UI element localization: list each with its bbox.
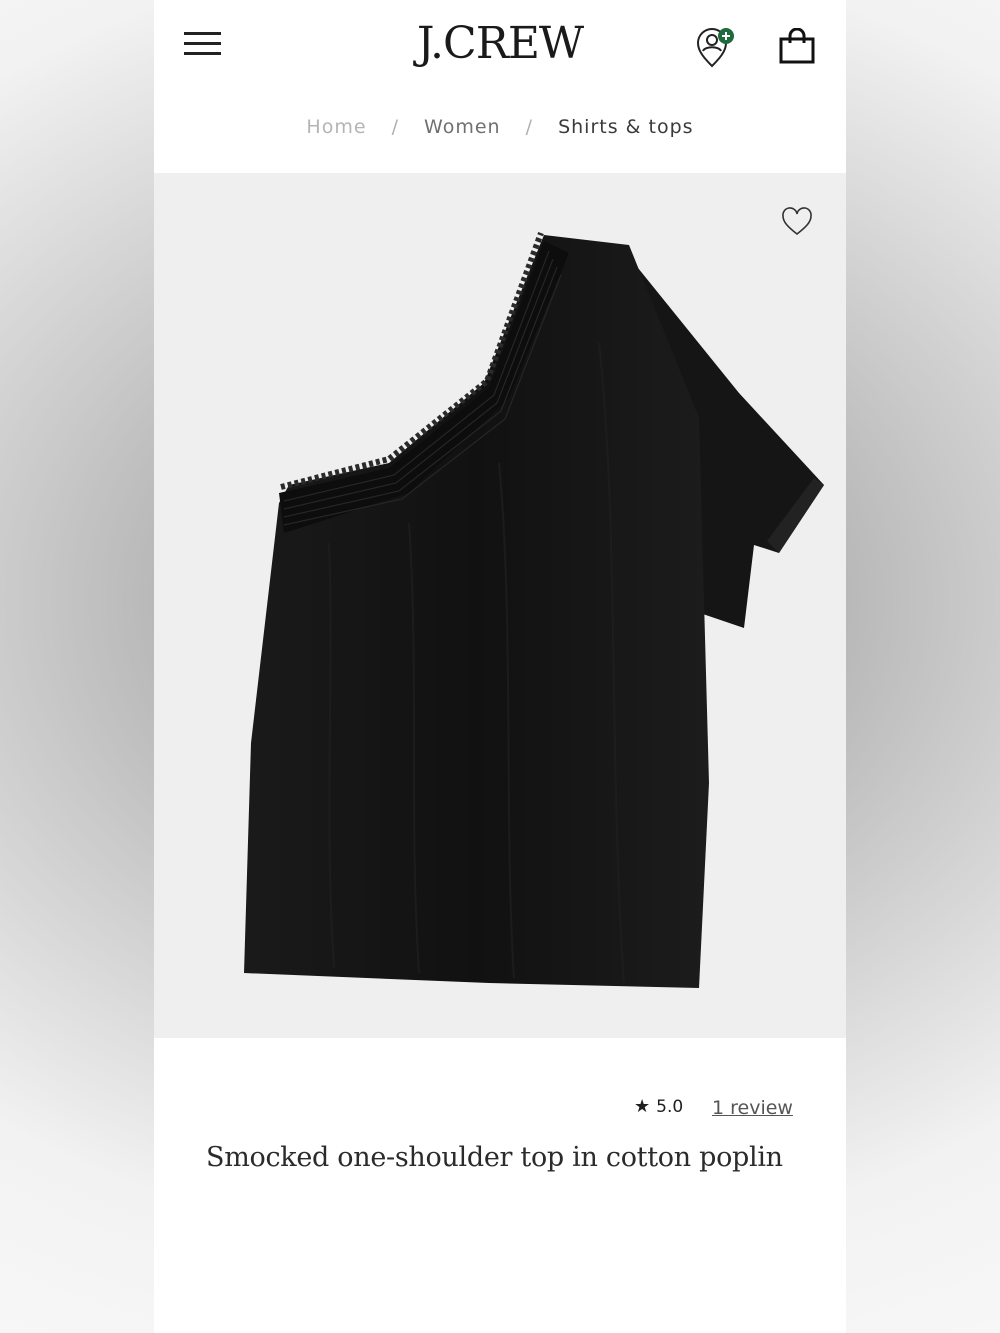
garment-illustration xyxy=(244,231,824,988)
rating-value: 5.0 xyxy=(656,1097,684,1117)
shopping-bag-icon[interactable] xyxy=(778,27,816,64)
breadcrumb: Home / Women / Shirts & tops xyxy=(154,116,846,138)
breadcrumb-separator: / xyxy=(391,116,399,138)
product-page: J.CREW Home / Women / Shirts & tops ★ 5.… xyxy=(154,0,846,1333)
breadcrumb-women[interactable]: Women xyxy=(424,116,501,138)
brand-logo[interactable]: J.CREW xyxy=(154,18,846,69)
product-title: Smocked one-shoulder top in cotton popli… xyxy=(206,1142,783,1173)
product-rating: ★ 5.0 xyxy=(634,1096,683,1117)
star-icon: ★ xyxy=(634,1096,651,1117)
breadcrumb-current: Shirts & tops xyxy=(558,116,694,138)
breadcrumb-separator: / xyxy=(525,116,534,138)
product-image[interactable] xyxy=(154,173,846,1038)
breadcrumb-home[interactable]: Home xyxy=(306,116,366,138)
reviews-link[interactable]: 1 review xyxy=(712,1097,793,1119)
site-header: J.CREW xyxy=(154,0,846,95)
account-location-icon[interactable] xyxy=(694,26,740,70)
